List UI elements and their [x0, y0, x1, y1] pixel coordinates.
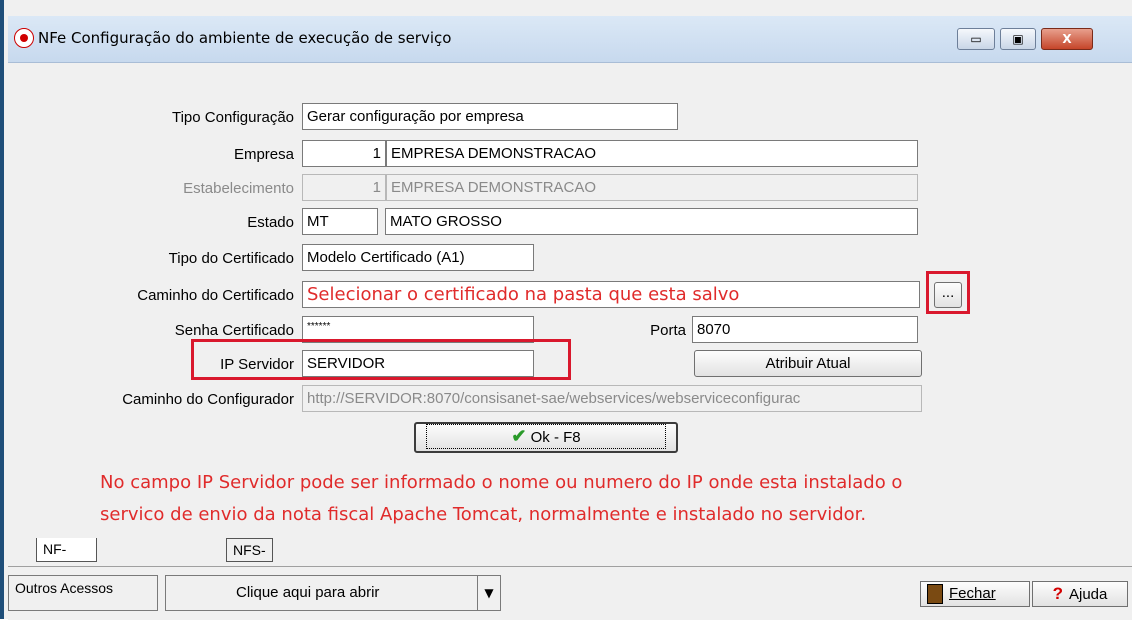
tipo-certificado-field[interactable]: Modelo Certificado (A1) — [302, 244, 534, 271]
porta-field[interactable]: 8070 — [692, 316, 918, 343]
ok-button[interactable]: ✔ Ok - F8 — [414, 422, 678, 453]
minimize-icon: ▭ — [970, 32, 982, 46]
bottom-bar: Outros Acessos Clique aqui para abrir ▼ … — [8, 566, 1132, 620]
estado-name-field[interactable]: MATO GROSSO — [385, 208, 918, 235]
ok-label: Ok - F8 — [530, 429, 581, 446]
estado-code-field[interactable]: MT — [302, 208, 378, 235]
tipo-certificado-label: Tipo do Certificado — [168, 250, 294, 267]
help-question-icon: ? — [1052, 584, 1063, 603]
ajuda-label: Ajuda — [1069, 586, 1108, 603]
chevron-down-icon[interactable]: ▼ — [477, 576, 500, 610]
caminho-certificado-label: Caminho do Certificado — [137, 287, 294, 304]
tipo-configuracao-label: Tipo Configuração — [171, 109, 294, 126]
ip-servidor-highlight — [191, 339, 571, 380]
browse-certificado-button[interactable]: ... — [934, 282, 962, 308]
title-bar: NFe Configuração do ambiente de execução… — [8, 16, 1132, 63]
outros-acessos-value: Clique aqui para abrir — [236, 584, 380, 601]
note-line-1: No campo IP Servidor pode ser informado … — [100, 472, 903, 493]
close-icon: X — [1062, 32, 1072, 46]
tab-nfe[interactable]: NF-e/NFC-e/MDF-e — [36, 538, 97, 623]
estado-label: Estado — [247, 214, 294, 231]
estabelecimento-name-field: EMPRESA DEMONSTRACAO — [386, 174, 918, 201]
certificado-annotation: Selecionar o certificado na pasta que es… — [307, 284, 740, 305]
caminho-certificado-field[interactable]: Selecionar o certificado na pasta que es… — [302, 281, 920, 308]
ajuda-button[interactable]: ? Ajuda — [1032, 581, 1128, 607]
maximize-icon: ▣ — [1012, 32, 1024, 46]
door-exit-icon — [927, 584, 943, 605]
caminho-configurador-field: http://SERVIDOR:8070/consisanet-sae/webs… — [302, 385, 922, 412]
maximize-button[interactable]: ▣ — [1000, 28, 1036, 50]
config-window: NFe Configuração do ambiente de execução… — [0, 0, 1132, 623]
estabelecimento-code-field: 1 — [302, 174, 386, 201]
empresa-label: Empresa — [233, 146, 294, 163]
app-record-icon — [14, 28, 34, 48]
atribuir-atual-button[interactable]: Atribuir Atual — [694, 350, 922, 377]
empresa-name-field[interactable]: EMPRESA DEMONSTRACAO — [386, 140, 918, 167]
note-line-2: servico de envio da nota fiscal Apache T… — [100, 504, 867, 525]
estabelecimento-label: Estabelecimento — [183, 180, 294, 197]
close-button[interactable]: X — [1041, 28, 1093, 50]
empresa-code-field[interactable]: 1 — [302, 140, 386, 167]
check-icon: ✔ — [511, 426, 527, 446]
caminho-configurador-label: Caminho do Configurador — [122, 391, 294, 408]
tipo-configuracao-field[interactable]: Gerar configuração por empresa — [302, 103, 678, 130]
fechar-button[interactable]: Fechar — [920, 581, 1030, 607]
fechar-label: Fechar — [949, 585, 996, 602]
senha-certificado-label: Senha Certificado — [174, 322, 294, 339]
outros-acessos-dropdown[interactable]: Clique aqui para abrir ▼ — [165, 575, 501, 611]
outros-acessos-label: Outros Acessos — [8, 575, 158, 611]
atribuir-atual-label: Atribuir Atual — [765, 355, 851, 372]
tab-nfse[interactable]: NFS-e — [226, 538, 273, 580]
window-title: NFe Configuração do ambiente de execução… — [38, 29, 452, 47]
ok-focus-rect: ✔ Ok - F8 — [426, 424, 666, 449]
minimize-button[interactable]: ▭ — [957, 28, 995, 50]
porta-label: Porta — [650, 322, 686, 339]
